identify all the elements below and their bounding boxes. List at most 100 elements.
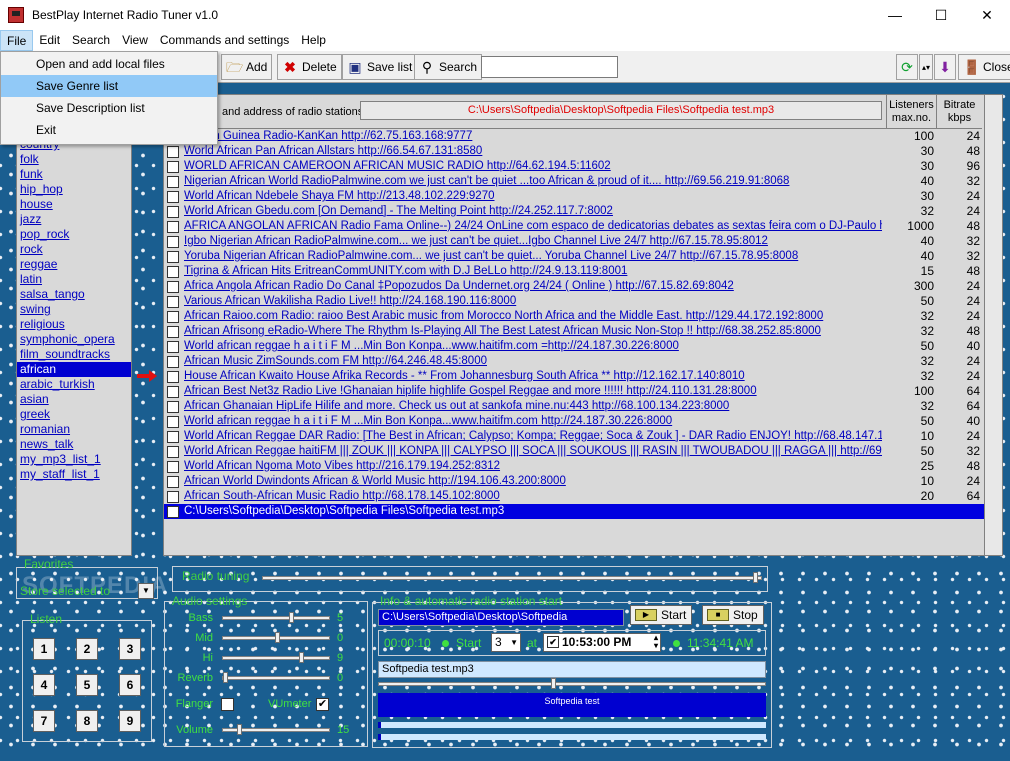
genre-item[interactable]: religious — [17, 317, 131, 332]
station-row[interactable]: Various African Wakilisha Radio Live!! h… — [164, 294, 984, 309]
station-row[interactable]: African World Dwindonts African & World … — [164, 474, 984, 489]
station-checkbox[interactable] — [167, 386, 179, 398]
station-checkbox[interactable] — [167, 146, 179, 158]
station-checkbox[interactable] — [167, 446, 179, 458]
station-row[interactable]: AFRICA ANGOLAN AFRICAN Radio Fama Online… — [164, 219, 984, 234]
station-row[interactable]: Nigerian African World RadioPalmwine.com… — [164, 174, 984, 189]
station-scrollbar[interactable] — [984, 95, 1002, 555]
station-name-link[interactable]: World African Ndebele Shaya FM http://21… — [184, 189, 882, 204]
genre-item[interactable]: reggae — [17, 257, 131, 272]
station-checkbox[interactable] — [167, 236, 179, 248]
station-row[interactable]: World african reggae h a i t i F M ...Mi… — [164, 414, 984, 429]
search-input[interactable] — [481, 56, 618, 78]
close-app-button[interactable]: 🚪Close — [958, 54, 1010, 80]
minimize-button[interactable]: — — [872, 0, 918, 30]
track-progress-slider[interactable] — [378, 678, 766, 689]
genre-item[interactable]: asian — [17, 392, 131, 407]
listen-button-9[interactable]: 9 — [119, 710, 141, 732]
genre-item[interactable]: funk — [17, 167, 131, 182]
file-menu-item[interactable]: Exit — [1, 119, 217, 141]
station-checkbox[interactable] — [167, 506, 179, 518]
genre-item[interactable]: film_soundtracks — [17, 347, 131, 362]
station-checkbox[interactable] — [167, 221, 179, 233]
current-path-field[interactable]: C:\Users\Softpedia\Desktop\Softpedia Fil… — [360, 101, 882, 120]
genre-item[interactable]: news_talk — [17, 437, 131, 452]
station-checkbox[interactable] — [167, 341, 179, 353]
maximize-button[interactable]: ☐ — [918, 0, 964, 30]
station-row[interactable]: African Guinea Radio-KanKan http://62.75… — [164, 129, 984, 144]
station-row[interactable]: African South-African Music Radio http:/… — [164, 489, 984, 504]
add-button[interactable]: 🗁 Add — [221, 54, 273, 80]
genre-item[interactable]: jazz — [17, 212, 131, 227]
station-row[interactable]: African Best Net3z Radio Live !Ghanaian … — [164, 384, 984, 399]
genre-item[interactable]: hip_hop — [17, 182, 131, 197]
station-checkbox[interactable] — [167, 416, 179, 428]
station-checkbox[interactable] — [167, 266, 179, 278]
file-menu-item[interactable]: Save Genre list — [1, 75, 217, 97]
listen-button-8[interactable]: 8 — [76, 710, 98, 732]
station-name-link[interactable]: World African Reggae haitiFM ||| ZOUK ||… — [184, 444, 882, 459]
genre-item[interactable]: romanian — [17, 422, 131, 437]
station-checkbox[interactable] — [167, 476, 179, 488]
station-name-link[interactable]: AFRICA ANGOLAN AFRICAN Radio Fama Online… — [184, 219, 882, 234]
station-checkbox[interactable] — [167, 176, 179, 188]
save-list-button[interactable]: ▣ Save list — [342, 54, 418, 80]
listen-button-3[interactable]: 3 — [119, 638, 141, 660]
station-checkbox[interactable] — [167, 461, 179, 473]
auto-start-button[interactable]: ▶ Start — [630, 605, 692, 625]
menu-search[interactable]: Search — [66, 30, 116, 51]
count-select[interactable]: 3 ▼ — [491, 633, 521, 652]
station-row[interactable]: African Raioo.com Radio: raioo Best Arab… — [164, 309, 984, 324]
time-checkbox[interactable]: ✔ — [547, 636, 559, 648]
hi-thumb[interactable] — [299, 652, 304, 663]
genre-item[interactable]: my_staff_list_1 — [17, 467, 131, 482]
listen-button-5[interactable]: 5 — [76, 674, 98, 696]
station-row[interactable]: House African Kwaito House Afrika Record… — [164, 369, 984, 384]
mid-slider[interactable] — [222, 632, 330, 643]
genre-item[interactable]: latin — [17, 272, 131, 287]
info-path-field[interactable]: C:\Users\Softpedia\Desktop\Softpedia — [378, 609, 624, 626]
listeners-column-header[interactable]: Listeners max.no. — [886, 95, 936, 129]
refresh-button[interactable]: ⟳ — [896, 54, 918, 80]
station-name-link[interactable]: African World Dwindonts African & World … — [184, 474, 882, 489]
move-down-button[interactable]: ⬇ — [934, 54, 956, 80]
station-row[interactable]: World African Ngoma Moto Vibes http://21… — [164, 459, 984, 474]
station-row[interactable]: Africa Angola African Radio Do Canal ‡Po… — [164, 279, 984, 294]
file-menu-item[interactable]: Open and add local files — [1, 53, 217, 75]
station-row[interactable]: Igbo Nigerian African RadioPalmwine.com.… — [164, 234, 984, 249]
station-checkbox[interactable] — [167, 251, 179, 263]
spin-updown[interactable]: ▴▾ — [919, 54, 933, 80]
station-checkbox[interactable] — [167, 206, 179, 218]
station-name-link[interactable]: World African Ngoma Moto Vibes http://21… — [184, 459, 882, 474]
genre-item[interactable]: symphonic_opera — [17, 332, 131, 347]
station-name-link[interactable]: WORLD AFRICAN CAMEROON AFRICAN MUSIC RAD… — [184, 159, 882, 174]
genre-item[interactable]: my_mp3_list_1 — [17, 452, 131, 467]
listen-button-6[interactable]: 6 — [119, 674, 141, 696]
station-row[interactable]: African Ghanaian HipLife Hilife and more… — [164, 399, 984, 414]
menu-file[interactable]: File — [0, 30, 34, 51]
station-row[interactable]: World African Ndebele Shaya FM http://21… — [164, 189, 984, 204]
station-checkbox[interactable] — [167, 491, 179, 503]
genre-item[interactable]: salsa_tango — [17, 287, 131, 302]
volume-thumb[interactable] — [237, 724, 242, 735]
station-checkbox[interactable] — [167, 191, 179, 203]
station-row[interactable]: World African Pan African Allstars http:… — [164, 144, 984, 159]
station-name-link[interactable]: World African Pan African Allstars http:… — [184, 144, 882, 159]
station-row[interactable]: World African Reggae DAR Radio: [The Bes… — [164, 429, 984, 444]
station-name-link[interactable]: African Music ZimSounds.com FM http://64… — [184, 354, 882, 369]
station-name-link[interactable]: Tigrina & African Hits EritreanCommUNITY… — [184, 264, 882, 279]
station-name-link[interactable]: Africa Angola African Radio Do Canal ‡Po… — [184, 279, 882, 294]
station-checkbox[interactable] — [167, 371, 179, 383]
station-name-link[interactable]: African Guinea Radio-KanKan http://62.75… — [184, 129, 882, 144]
station-checkbox[interactable] — [167, 431, 179, 443]
station-row[interactable]: African Music ZimSounds.com FM http://64… — [164, 354, 984, 369]
hi-slider[interactable] — [222, 652, 330, 663]
station-name-link[interactable]: World African Reggae DAR Radio: [The Bes… — [184, 429, 882, 444]
bass-thumb[interactable] — [289, 612, 294, 623]
station-checkbox[interactable] — [167, 311, 179, 323]
station-name-link[interactable]: African South-African Music Radio http:/… — [184, 489, 882, 504]
genre-item[interactable]: african — [17, 362, 131, 377]
station-name-link[interactable]: C:\Users\Softpedia\Desktop\Softpedia Fil… — [184, 504, 882, 519]
station-row[interactable]: C:\Users\Softpedia\Desktop\Softpedia Fil… — [164, 504, 984, 519]
station-name-link[interactable]: African Afrisong eRadio-Where The Rhythm… — [184, 324, 882, 339]
